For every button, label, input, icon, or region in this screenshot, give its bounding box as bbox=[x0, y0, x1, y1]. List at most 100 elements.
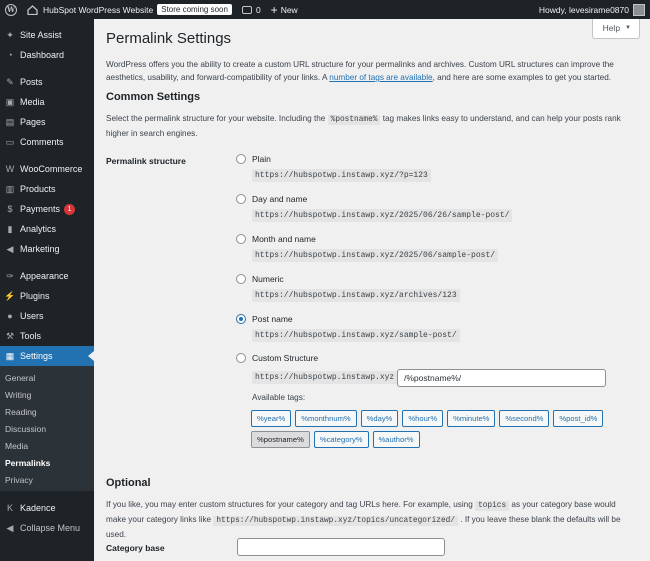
radio-day-and-name[interactable] bbox=[236, 194, 246, 204]
tag-category-button[interactable]: %category% bbox=[313, 431, 369, 448]
option-month-and-name[interactable]: Month and name bbox=[236, 234, 316, 244]
tag-minute-button[interactable]: %minute% bbox=[447, 410, 496, 427]
woocommerce-icon: W bbox=[5, 164, 15, 174]
optional-heading: Optional bbox=[106, 477, 151, 489]
submenu-media[interactable]: Media bbox=[0, 437, 94, 454]
available-tags: %year% %monthnum% %day% %hour% %minute% … bbox=[251, 410, 631, 448]
tag-day-button[interactable]: %day% bbox=[360, 410, 399, 427]
option-plain[interactable]: Plain bbox=[236, 154, 271, 164]
option-label: Custom Structure bbox=[252, 353, 319, 363]
available-tags-label: Available tags: bbox=[252, 393, 306, 402]
optional-description: If you like, you may enter custom struct… bbox=[106, 498, 626, 541]
option-label: Plain bbox=[252, 154, 271, 164]
menu-woocommerce[interactable]: W WooCommerce bbox=[0, 159, 94, 179]
menu-label: Payments bbox=[20, 204, 61, 214]
plugins-icon: ⚡ bbox=[4, 290, 16, 301]
menu-marketing[interactable]: ◀ Marketing bbox=[0, 239, 94, 259]
menu-label: Settings bbox=[20, 351, 53, 361]
tag-year-button[interactable]: %year% bbox=[251, 410, 292, 427]
category-base-input[interactable] bbox=[237, 538, 445, 556]
menu-payments[interactable]: $ Payments 1 bbox=[0, 199, 94, 219]
site-name-link[interactable]: HubSpot WordPress Website Store coming s… bbox=[22, 0, 237, 19]
menu-analytics[interactable]: ▮ Analytics bbox=[0, 219, 94, 239]
common-settings-heading: Common Settings bbox=[106, 91, 201, 103]
menu-kadence[interactable]: K Kadence bbox=[0, 498, 94, 518]
intro-after: , and here are some examples to get you … bbox=[432, 73, 612, 82]
products-icon: ▥ bbox=[5, 183, 15, 194]
payments-count-badge: 1 bbox=[64, 203, 76, 215]
tag-postname-button[interactable]: %postname% bbox=[251, 431, 310, 448]
store-status-badge[interactable]: Store coming soon bbox=[157, 4, 232, 15]
submenu-reading[interactable]: Reading bbox=[0, 403, 94, 420]
option-numeric[interactable]: Numeric bbox=[236, 274, 284, 284]
menu-label: Appearance bbox=[20, 271, 69, 281]
submenu-permalinks[interactable]: Permalinks bbox=[0, 454, 94, 471]
menu-plugins[interactable]: ⚡ Plugins bbox=[0, 286, 94, 306]
menu-products[interactable]: ▥ Products bbox=[0, 179, 94, 199]
submenu-discussion[interactable]: Discussion bbox=[0, 420, 94, 437]
help-label: Help bbox=[602, 23, 621, 33]
page-title: Permalink Settings bbox=[106, 30, 232, 47]
menu-appearance[interactable]: ✑ Appearance bbox=[0, 266, 94, 286]
option-day-and-name[interactable]: Day and name bbox=[236, 194, 307, 204]
menu-label: Kadence bbox=[20, 503, 56, 513]
example-numeric: https://hubspotwp.instawp.xyz/archives/1… bbox=[252, 289, 460, 302]
tags-available-link[interactable]: number of tags are available bbox=[329, 73, 432, 82]
wordpress-icon: W bbox=[5, 3, 17, 16]
media-icon: ▣ bbox=[5, 96, 15, 107]
option-label: Post name bbox=[252, 314, 293, 324]
radio-month-and-name[interactable] bbox=[236, 234, 246, 244]
my-account[interactable]: Howdy, levesirame0870 bbox=[534, 0, 650, 19]
help-tab-button[interactable]: Help ▼ bbox=[591, 19, 640, 39]
radio-plain[interactable] bbox=[236, 154, 246, 164]
option-post-name[interactable]: Post name bbox=[236, 314, 293, 324]
pages-icon: ▤ bbox=[5, 116, 15, 127]
marketing-icon: ◀ bbox=[6, 243, 14, 254]
menu-label: WooCommerce bbox=[20, 164, 83, 174]
submenu-privacy[interactable]: Privacy bbox=[0, 471, 94, 488]
tag-hour-button[interactable]: %hour% bbox=[402, 410, 444, 427]
custom-structure-input[interactable] bbox=[397, 369, 606, 387]
kadence-icon: K bbox=[6, 503, 13, 513]
wordpress-logo[interactable]: W bbox=[0, 0, 22, 19]
collapse-menu-button[interactable]: ◀ Collapse Menu bbox=[0, 518, 94, 538]
settings-icon: ▦ bbox=[5, 350, 15, 361]
payments-icon: $ bbox=[7, 204, 13, 214]
caret-down-icon: ▼ bbox=[625, 25, 631, 31]
example-plain: https://hubspotwp.instawp.xyz/?p=123 bbox=[252, 169, 431, 182]
radio-numeric[interactable] bbox=[236, 274, 246, 284]
comments-link[interactable]: 0 bbox=[237, 0, 266, 19]
new-label: New bbox=[280, 4, 298, 15]
menu-comments[interactable]: ▭ Comments bbox=[0, 132, 94, 152]
menu-users[interactable]: ● Users bbox=[0, 306, 94, 326]
menu-tools[interactable]: ⚒ Tools bbox=[0, 326, 94, 346]
menu-dashboard[interactable]: ◔ Dashboard bbox=[0, 45, 94, 65]
category-base-label: Category base bbox=[106, 543, 165, 553]
example-day-and-name: https://hubspotwp.instawp.xyz/2025/06/26… bbox=[252, 209, 513, 222]
submenu-general[interactable]: General bbox=[0, 369, 94, 386]
tag-post-id-button[interactable]: %post_id% bbox=[553, 410, 604, 427]
radio-post-name[interactable] bbox=[236, 314, 246, 324]
avatar bbox=[633, 3, 645, 16]
menu-label: Pages bbox=[20, 117, 46, 127]
common-settings-description: Select the permalink structure for your … bbox=[106, 112, 626, 140]
desc-before: Select the permalink structure for your … bbox=[106, 114, 328, 123]
menu-site-assist[interactable]: ✦ Site Assist bbox=[0, 25, 94, 45]
optional-code-topics: topics bbox=[475, 501, 510, 511]
tag-second-button[interactable]: %second% bbox=[499, 410, 550, 427]
submenu-writing[interactable]: Writing bbox=[0, 386, 94, 403]
tag-monthnum-button[interactable]: %monthnum% bbox=[295, 410, 357, 427]
example-month-and-name: https://hubspotwp.instawp.xyz/2025/06/sa… bbox=[252, 249, 499, 262]
menu-posts[interactable]: ✎ Posts bbox=[0, 72, 94, 92]
permalink-structure-label: Permalink structure bbox=[106, 156, 186, 166]
menu-media[interactable]: ▣ Media bbox=[0, 92, 94, 112]
howdy-text: Howdy, levesirame0870 bbox=[538, 4, 629, 15]
menu-label: Analytics bbox=[20, 224, 57, 234]
new-content-link[interactable]: + New bbox=[266, 0, 303, 19]
menu-pages[interactable]: ▤ Pages bbox=[0, 112, 94, 132]
tag-author-button[interactable]: %author% bbox=[372, 431, 420, 448]
option-custom-structure[interactable]: Custom Structure bbox=[236, 353, 318, 363]
menu-label: Users bbox=[20, 311, 44, 321]
radio-custom-structure[interactable] bbox=[236, 353, 246, 363]
menu-settings[interactable]: ▦ Settings bbox=[0, 346, 94, 366]
